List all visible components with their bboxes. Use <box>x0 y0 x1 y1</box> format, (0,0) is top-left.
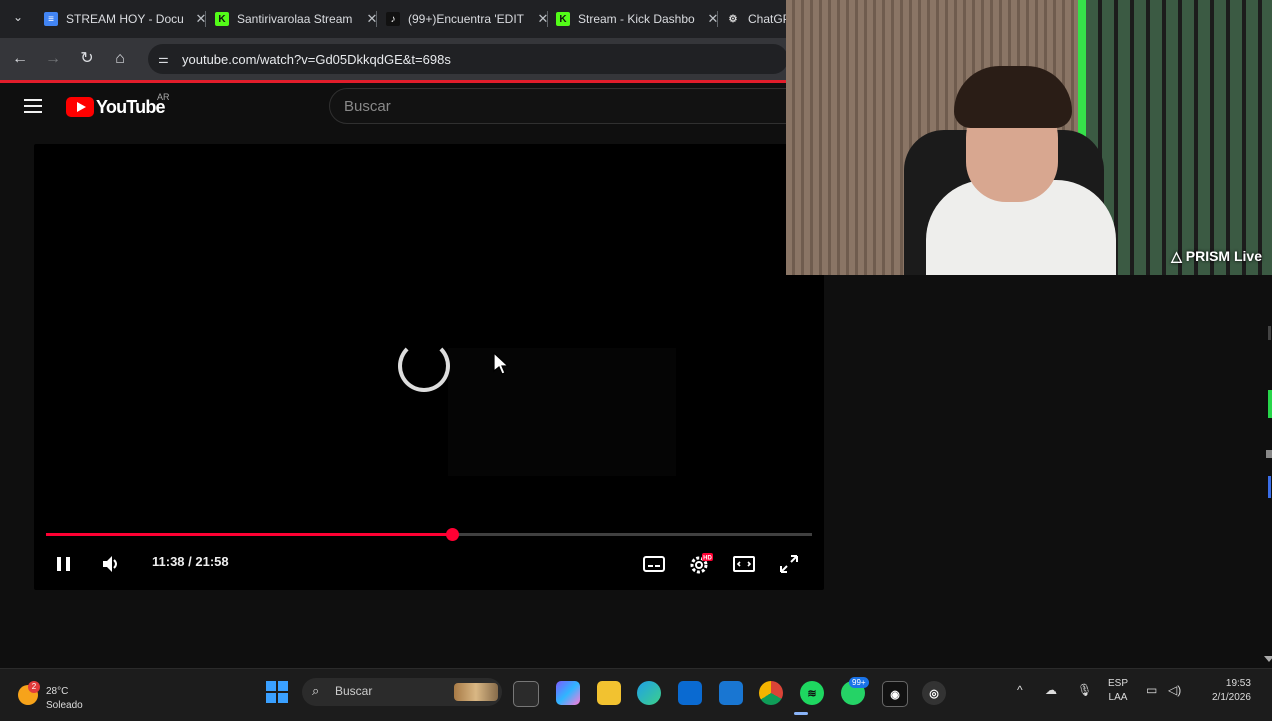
task-view-icon[interactable] <box>513 681 539 707</box>
tab-stream-hoy[interactable]: ≡ STREAM HOY - Docu ✕ <box>44 6 209 32</box>
country-code: AR <box>157 92 170 102</box>
menu-hamburger-icon[interactable] <box>24 99 42 113</box>
time-display: 11:38 / 21:58 <box>152 554 229 569</box>
tab-divider <box>547 11 548 27</box>
progress-played <box>46 533 452 536</box>
tab-title: Santirivarolaa Stream <box>237 12 353 26</box>
progress-scrubber[interactable] <box>445 528 459 541</box>
tiktok-icon: ♪ <box>386 12 400 26</box>
chrome-icon[interactable] <box>759 681 783 705</box>
speaker-icon[interactable]: ◁) <box>1168 683 1181 697</box>
hd-badge: HD <box>703 556 712 562</box>
whatsapp-badge: 99+ <box>849 677 869 688</box>
reload-icon[interactable]: ↻ <box>76 48 98 70</box>
tab-chatgpt[interactable]: ⚙ ChatGP <box>726 6 786 32</box>
onedrive-icon[interactable]: ☁ <box>1045 683 1057 697</box>
tab-tiktok[interactable]: ♪ (99+)Encuentra 'EDIT ✕ <box>386 6 551 32</box>
theater-mode-icon[interactable] <box>732 552 756 576</box>
close-tab-icon[interactable]: ✕ <box>705 11 721 27</box>
edge-icon[interactable] <box>637 681 661 705</box>
weather-condition: Soleado <box>46 700 83 711</box>
mouse-cursor-icon <box>493 352 510 375</box>
tab-title: (99+)Encuentra 'EDIT <box>408 12 525 26</box>
chatgpt-icon: ⚙ <box>728 13 738 25</box>
obs-icon[interactable]: ◉ <box>882 681 908 707</box>
weather-widget[interactable]: 2 28°C Soleado <box>18 677 98 713</box>
scroll-down-icon[interactable] <box>1264 656 1272 662</box>
home-icon[interactable]: ⌂ <box>109 48 131 70</box>
pause-icon[interactable] <box>54 552 74 576</box>
tab-title: Stream - Kick Dashbo <box>578 12 695 26</box>
docs-icon: ≡ <box>44 12 58 26</box>
volume-icon[interactable] <box>100 552 122 576</box>
player-overlay-panel <box>448 348 676 476</box>
webcam-overlay: △ PRISM Live <box>786 0 1272 275</box>
duration: 21:58 <box>195 554 229 569</box>
youtube-search-input[interactable]: Buscar <box>329 88 799 124</box>
youtube-logo-text[interactable]: YouTube <box>96 97 166 118</box>
video-player[interactable]: 11:38 / 21:58 HD <box>34 144 824 590</box>
webcam-person-hair <box>954 66 1072 128</box>
youtube-logo-icon[interactable] <box>66 97 94 117</box>
back-arrow-icon[interactable]: ← <box>9 48 31 70</box>
settings-gear-icon[interactable]: HD <box>687 552 713 576</box>
windows-start-icon[interactable] <box>266 681 288 703</box>
tab-divider <box>205 11 206 27</box>
scroll-mark <box>1268 326 1271 340</box>
network-icon[interactable]: ▭ <box>1146 683 1157 697</box>
taskbar-search[interactable]: ⌕ Buscar <box>302 678 502 706</box>
tab-title: ChatGP <box>748 12 786 26</box>
file-explorer-icon[interactable] <box>597 681 621 705</box>
weather-badge: 2 <box>28 681 40 693</box>
fullscreen-icon[interactable] <box>777 552 801 576</box>
current-time: 11:38 <box>152 554 185 569</box>
tray-chevron-icon[interactable]: ^ <box>1017 683 1023 697</box>
close-tab-icon[interactable]: ✕ <box>364 11 380 27</box>
right-scrollbar[interactable] <box>1262 326 1272 666</box>
close-tab-icon[interactable]: ✕ <box>193 11 209 27</box>
microphone-icon[interactable]: 🎙 <box>1077 683 1092 697</box>
search-highlight-icon <box>454 683 498 701</box>
chrome-active-indicator <box>794 712 808 715</box>
prism-live-text: PRISM Live <box>1185 248 1262 264</box>
forward-arrow-icon[interactable]: → <box>42 48 64 70</box>
close-tab-icon[interactable]: ✕ <box>535 11 551 27</box>
scroll-mark <box>1268 476 1271 498</box>
lang-bottom: LAA <box>1108 692 1128 703</box>
prism-live-label: △ PRISM Live <box>1171 248 1262 264</box>
loading-spinner-icon <box>398 340 450 392</box>
store-icon[interactable] <box>678 681 702 705</box>
tab-santirivarolaa[interactable]: K Santirivarolaa Stream ✕ <box>215 6 380 32</box>
search-icon: ⌕ <box>312 683 320 698</box>
search-placeholder: Buscar <box>344 98 391 115</box>
system-clock[interactable]: 19:53 2/1/2026 <box>1212 677 1251 705</box>
prism-app-icon[interactable]: ◎ <box>922 681 946 705</box>
tab-kick-dashboard[interactable]: K Stream - Kick Dashbo ✕ <box>556 6 721 32</box>
youtube-header: YouTube AR Buscar <box>0 83 799 133</box>
site-settings-icon[interactable]: ⚌ <box>158 52 172 66</box>
taskbar-search-label: Buscar <box>335 684 373 698</box>
subtitles-icon[interactable] <box>642 552 666 576</box>
tab-search-chevron-icon[interactable]: ⌄ <box>8 10 28 28</box>
weather-temp: 28°C <box>46 686 69 697</box>
copilot-icon[interactable] <box>556 681 580 705</box>
progress-bar[interactable] <box>46 528 812 541</box>
language-indicator[interactable]: ESP LAA <box>1108 677 1128 705</box>
url-text: youtube.com/watch?v=Gd05DkkqdGE&t=698s <box>182 51 451 67</box>
clock-time: 19:53 <box>1225 678 1251 689</box>
kick-icon: K <box>215 12 229 26</box>
clock-date: 2/1/2026 <box>1212 692 1251 703</box>
tab-divider <box>376 11 377 27</box>
tab-title: STREAM HOY - Docu <box>66 12 184 26</box>
outlook-icon[interactable] <box>719 681 743 705</box>
windows-taskbar: 2 28°C Soleado ⌕ Buscar ≋ 99+ ◉ ◎ ^ ☁ 🎙 … <box>0 668 1272 721</box>
scroll-mark <box>1268 390 1272 418</box>
tab-divider <box>717 11 718 27</box>
spotify-icon[interactable]: ≋ <box>800 681 824 705</box>
lang-top: ESP <box>1108 678 1129 689</box>
kick-icon: K <box>556 12 570 26</box>
address-bar[interactable]: ⚌ youtube.com/watch?v=Gd05DkkqdGE&t=698s <box>148 44 788 74</box>
scroll-mark <box>1266 450 1272 458</box>
